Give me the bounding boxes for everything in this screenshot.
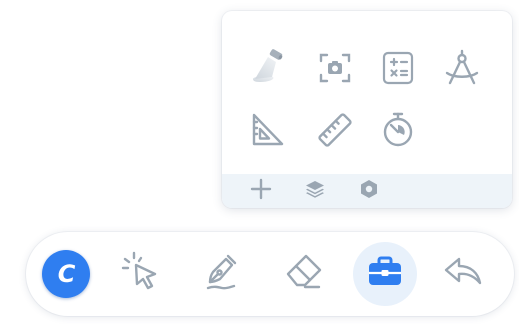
spotlight-tool[interactable] [246,46,290,90]
select-tool-button[interactable] [110,242,174,306]
toolbox-button[interactable] [353,242,417,306]
undo-icon [441,250,485,299]
toolbox-grid [222,11,512,163]
undo-button[interactable] [431,242,495,306]
toolbox-icon [365,252,405,297]
ruler-tool[interactable] [313,108,357,152]
spotlight-icon [248,48,288,88]
logo-icon: C [42,250,90,298]
screenshot-tool[interactable] [313,46,357,90]
select-cursor-icon [119,249,165,300]
set-square-tool[interactable] [246,108,290,152]
settings-hexagon-button[interactable] [357,179,381,203]
stopwatch-icon [379,111,417,149]
stopwatch-tool[interactable] [376,108,420,152]
app-logo-button[interactable]: C [34,242,98,306]
screenshot-icon [317,50,353,86]
layers-button[interactable] [303,179,327,203]
logo-letter: C [57,260,76,288]
ruler-icon [315,110,355,150]
whiteboard-stage: C [0,0,519,326]
compass-icon [442,48,482,88]
pen-icon [200,249,246,300]
plus-icon [250,178,272,205]
layers-icon [304,178,326,205]
add-tool-button[interactable] [249,178,273,205]
main-toolbar: C [26,232,514,316]
toolbox-footer [222,174,512,208]
toolbox-popup-panel [222,11,512,208]
hexagon-icon [358,178,380,205]
calculator-tool[interactable] [376,46,420,90]
set-square-icon [249,111,287,149]
pen-tool-button[interactable] [191,242,255,306]
compass-tool[interactable] [440,46,484,90]
eraser-icon [281,249,327,300]
calculator-icon [380,50,416,86]
eraser-tool-button[interactable] [272,242,336,306]
